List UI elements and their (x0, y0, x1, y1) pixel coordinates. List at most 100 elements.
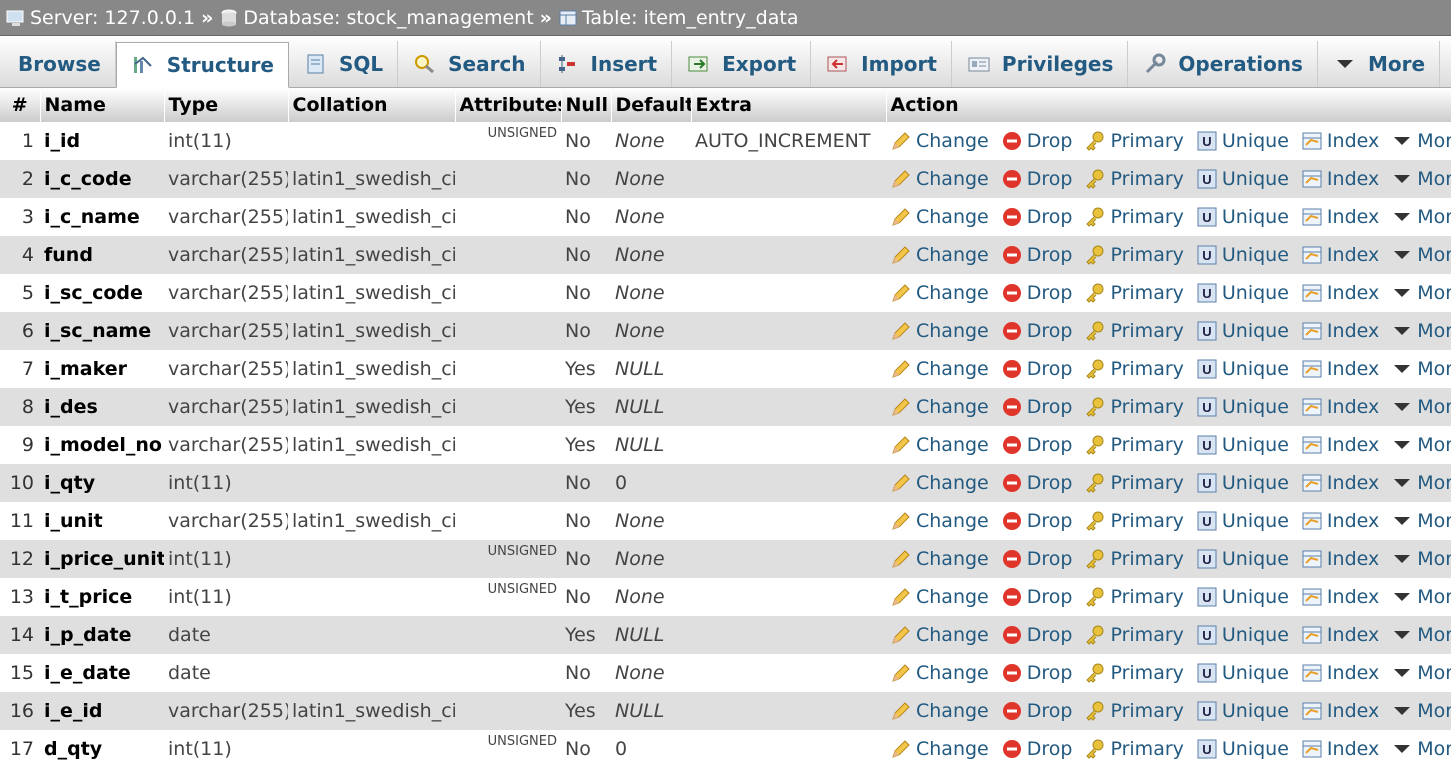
unique-action[interactable]: U Unique (1196, 130, 1289, 152)
drop-action[interactable]: Drop (1001, 282, 1072, 304)
unique-action[interactable]: U Unique (1196, 624, 1289, 646)
change-action[interactable]: Change (890, 130, 989, 152)
index-action[interactable]: Index (1301, 548, 1379, 570)
unique-action[interactable]: U Unique (1196, 206, 1289, 228)
tab-browse[interactable]: Browse (4, 41, 116, 87)
index-action[interactable]: Index (1301, 206, 1379, 228)
more-action[interactable]: More (1391, 472, 1451, 494)
change-action[interactable]: Change (890, 662, 989, 684)
breadcrumb-table[interactable]: Table: item_entry_data (558, 7, 798, 29)
unique-action[interactable]: U Unique (1196, 700, 1289, 722)
change-action[interactable]: Change (890, 738, 989, 760)
index-action[interactable]: Index (1301, 244, 1379, 266)
header-attributes[interactable]: Attributes (455, 88, 562, 122)
breadcrumb-database[interactable]: Database: stock_management (219, 7, 534, 29)
drop-action[interactable]: Drop (1001, 472, 1072, 494)
more-action[interactable]: More (1391, 206, 1451, 228)
index-action[interactable]: Index (1301, 358, 1379, 380)
index-action[interactable]: Index (1301, 282, 1379, 304)
drop-action[interactable]: Drop (1001, 662, 1072, 684)
more-action[interactable]: More (1391, 586, 1451, 608)
drop-action[interactable]: Drop (1001, 510, 1072, 532)
more-action[interactable]: More (1391, 244, 1451, 266)
drop-action[interactable]: Drop (1001, 738, 1072, 760)
more-action[interactable]: More (1391, 396, 1451, 418)
more-action[interactable]: More (1391, 130, 1451, 152)
primary-action[interactable]: Primary (1084, 586, 1184, 608)
change-action[interactable]: Change (890, 700, 989, 722)
index-action[interactable]: Index (1301, 472, 1379, 494)
primary-action[interactable]: Primary (1084, 168, 1184, 190)
drop-action[interactable]: Drop (1001, 586, 1072, 608)
primary-action[interactable]: Primary (1084, 320, 1184, 342)
unique-action[interactable]: U Unique (1196, 434, 1289, 456)
drop-action[interactable]: Drop (1001, 548, 1072, 570)
index-action[interactable]: Index (1301, 624, 1379, 646)
primary-action[interactable]: Primary (1084, 472, 1184, 494)
header-collation[interactable]: Collation (288, 88, 456, 122)
tab-more[interactable]: More (1318, 41, 1441, 87)
primary-action[interactable]: Primary (1084, 396, 1184, 418)
change-action[interactable]: Change (890, 434, 989, 456)
drop-action[interactable]: Drop (1001, 396, 1072, 418)
drop-action[interactable]: Drop (1001, 130, 1072, 152)
primary-action[interactable]: Primary (1084, 282, 1184, 304)
primary-action[interactable]: Primary (1084, 624, 1184, 646)
more-action[interactable]: More (1391, 168, 1451, 190)
change-action[interactable]: Change (890, 472, 989, 494)
change-action[interactable]: Change (890, 358, 989, 380)
drop-action[interactable]: Drop (1001, 358, 1072, 380)
unique-action[interactable]: U Unique (1196, 510, 1289, 532)
tab-privileges[interactable]: Privileges (952, 41, 1129, 87)
index-action[interactable]: Index (1301, 168, 1379, 190)
header-default[interactable]: Default (611, 88, 692, 122)
header-type[interactable]: Type (164, 88, 289, 122)
unique-action[interactable]: U Unique (1196, 662, 1289, 684)
primary-action[interactable]: Primary (1084, 358, 1184, 380)
change-action[interactable]: Change (890, 320, 989, 342)
unique-action[interactable]: U Unique (1196, 472, 1289, 494)
unique-action[interactable]: U Unique (1196, 358, 1289, 380)
drop-action[interactable]: Drop (1001, 700, 1072, 722)
tab-import[interactable]: Import (811, 41, 952, 87)
index-action[interactable]: Index (1301, 738, 1379, 760)
drop-action[interactable]: Drop (1001, 206, 1072, 228)
index-action[interactable]: Index (1301, 396, 1379, 418)
drop-action[interactable]: Drop (1001, 244, 1072, 266)
index-action[interactable]: Index (1301, 510, 1379, 532)
header-extra[interactable]: Extra (691, 88, 887, 122)
unique-action[interactable]: U Unique (1196, 396, 1289, 418)
index-action[interactable]: Index (1301, 586, 1379, 608)
drop-action[interactable]: Drop (1001, 168, 1072, 190)
breadcrumb-server[interactable]: Server: 127.0.0.1 (6, 7, 195, 29)
change-action[interactable]: Change (890, 624, 989, 646)
primary-action[interactable]: Primary (1084, 244, 1184, 266)
drop-action[interactable]: Drop (1001, 320, 1072, 342)
change-action[interactable]: Change (890, 586, 989, 608)
tab-sql[interactable]: SQL (289, 41, 399, 87)
more-action[interactable]: More (1391, 738, 1451, 760)
unique-action[interactable]: U Unique (1196, 738, 1289, 760)
index-action[interactable]: Index (1301, 662, 1379, 684)
index-action[interactable]: Index (1301, 130, 1379, 152)
more-action[interactable]: More (1391, 700, 1451, 722)
unique-action[interactable]: U Unique (1196, 282, 1289, 304)
more-action[interactable]: More (1391, 624, 1451, 646)
more-action[interactable]: More (1391, 510, 1451, 532)
tab-export[interactable]: Export (672, 41, 812, 87)
tab-search[interactable]: Search (398, 41, 541, 87)
tab-operations[interactable]: Operations (1128, 41, 1318, 87)
unique-action[interactable]: U Unique (1196, 244, 1289, 266)
change-action[interactable]: Change (890, 168, 989, 190)
drop-action[interactable]: Drop (1001, 624, 1072, 646)
more-action[interactable]: More (1391, 320, 1451, 342)
change-action[interactable]: Change (890, 282, 989, 304)
index-action[interactable]: Index (1301, 700, 1379, 722)
index-action[interactable]: Index (1301, 320, 1379, 342)
primary-action[interactable]: Primary (1084, 434, 1184, 456)
change-action[interactable]: Change (890, 244, 989, 266)
header-name[interactable]: Name (40, 88, 165, 122)
tab-structure[interactable]: Structure (115, 42, 289, 88)
change-action[interactable]: Change (890, 396, 989, 418)
unique-action[interactable]: U Unique (1196, 320, 1289, 342)
